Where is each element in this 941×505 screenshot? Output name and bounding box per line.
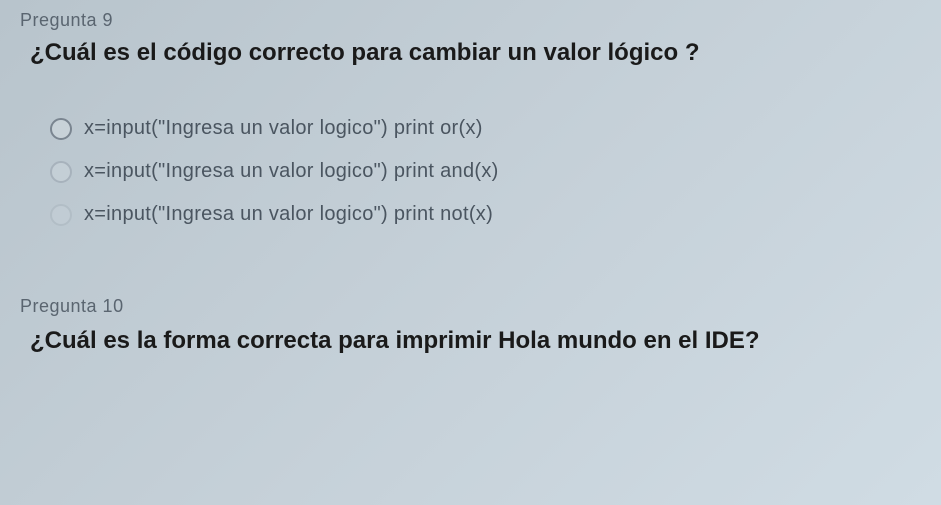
- question-9-label: Pregunta 9: [20, 10, 921, 31]
- question-10-title: ¿Cuál es la forma correcta para imprimir…: [30, 327, 921, 355]
- option-2-text: x=input("Ingresa un valor logico") print…: [84, 160, 499, 183]
- radio-icon[interactable]: [50, 161, 72, 183]
- radio-icon[interactable]: [50, 204, 72, 226]
- question-10-label: Pregunta 10: [20, 296, 921, 317]
- question-10-block: Pregunta 10 ¿Cuál es la forma correcta p…: [20, 296, 921, 355]
- radio-icon[interactable]: [50, 118, 72, 140]
- option-2[interactable]: x=input("Ingresa un valor logico") print…: [50, 160, 921, 183]
- option-3[interactable]: x=input("Ingresa un valor logico") print…: [50, 203, 921, 226]
- question-9-title: ¿Cuál es el código correcto para cambiar…: [30, 39, 921, 67]
- option-3-text: x=input("Ingresa un valor logico") print…: [84, 203, 493, 226]
- option-1-text: x=input("Ingresa un valor logico") print…: [84, 117, 483, 140]
- question-9-block: Pregunta 9 ¿Cuál es el código correcto p…: [20, 10, 921, 226]
- question-9-options: x=input("Ingresa un valor logico") print…: [50, 117, 921, 226]
- option-1[interactable]: x=input("Ingresa un valor logico") print…: [50, 117, 921, 140]
